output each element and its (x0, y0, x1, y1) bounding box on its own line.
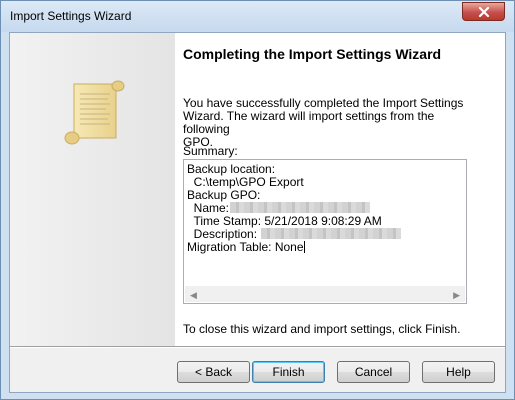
back-button[interactable]: < Back (177, 361, 250, 383)
summary-textbox[interactable]: Backup location: C:\temp\GPO Export Back… (183, 159, 467, 304)
close-button[interactable] (462, 2, 505, 21)
finish-button[interactable]: Finish (252, 361, 325, 383)
cancel-button[interactable]: Cancel (337, 361, 410, 383)
gpo-description-label: Description: (187, 227, 258, 241)
migration-table: Migration Table: None (187, 240, 304, 254)
redacted-gpo-name (230, 202, 371, 213)
help-button[interactable]: Help (422, 361, 495, 383)
button-bar: < Back Finish Cancel Help (10, 348, 505, 392)
intro-line: Wizard. The wizard will import settings … (183, 109, 435, 136)
finish-instruction: To close this wizard and import settings… (183, 322, 461, 336)
scroll-right-icon[interactable]: ▶ (453, 290, 460, 301)
horizontal-scrollbar[interactable]: ◀ ▶ (185, 286, 465, 302)
gpo-name-label: Name: (187, 201, 230, 215)
migration-table-row: Migration Table: None (187, 241, 401, 254)
intro-text: You have successfully completed the Impo… (183, 97, 473, 149)
window-title: Import Settings Wizard (10, 9, 132, 23)
title-bar[interactable]: Import Settings Wizard (1, 1, 514, 32)
summary-content: Backup location: C:\temp\GPO Export Back… (187, 163, 402, 254)
scroll-left-icon[interactable]: ◀ (190, 290, 197, 301)
scroll-icon (64, 80, 125, 145)
close-icon (478, 7, 490, 17)
text-caret (303, 241, 305, 253)
redacted-gpo-description (261, 228, 402, 239)
summary-label: Summary: (183, 144, 238, 158)
wizard-side-panel (10, 33, 175, 346)
wizard-client-area: Completing the Import Settings Wizard Yo… (9, 32, 506, 393)
wizard-window: Import Settings Wizard Completing the Im… (0, 0, 515, 400)
page-title: Completing the Import Settings Wizard (183, 46, 442, 62)
